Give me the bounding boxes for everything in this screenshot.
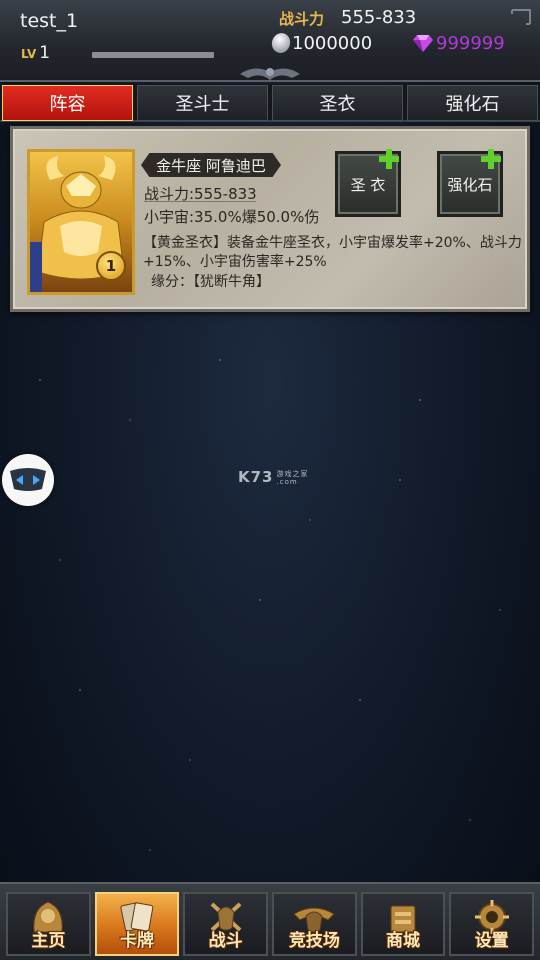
watermark-sub: 游戏之家 <box>276 469 309 478</box>
nav-arena[interactable]: 竞技场 <box>272 892 357 956</box>
equip-cloth-button[interactable]: 圣 衣 <box>335 149 401 217</box>
power-value: 555-833 <box>341 7 417 28</box>
hero-cosmos: 小宇宙:35.0%爆50.0%伤 <box>144 208 320 226</box>
nav-shop[interactable]: 商城 <box>360 892 446 956</box>
nav-settings[interactable]: 设置 <box>449 892 535 956</box>
header-ornament-icon <box>240 68 300 80</box>
exp-bar <box>92 52 214 58</box>
nav-home[interactable]: 主页 <box>6 892 91 956</box>
watermark: K73 游戏之家 .com <box>238 468 309 486</box>
hero-name: 金牛座 阿鲁迪巴 <box>141 153 281 177</box>
nav-home-label: 主页 <box>31 931 66 951</box>
level-value: 1 <box>39 43 51 63</box>
tab-bar: 阵容 圣斗士 圣衣 强化石 <box>0 84 540 122</box>
player-level: LV 1 <box>21 43 50 63</box>
equip-stone-label: 强化石 <box>447 175 493 194</box>
silver-value: 1000000 <box>292 33 373 54</box>
gem-value: 999999 <box>436 33 505 54</box>
plus-icon <box>481 149 501 169</box>
nav-settings-label: 设置 <box>474 931 509 951</box>
star-level-badge: 1 <box>96 251 126 281</box>
hero-card: 1 金牛座 阿鲁迪巴 战斗力:555-833 小宇宙:35.0%爆50.0%伤 … <box>10 126 530 312</box>
player-header: test_1 LV 1 战斗力 555-833 1000000 999999 <box>0 0 540 82</box>
fast-forward-icon <box>10 468 46 491</box>
power-label: 战斗力 <box>279 10 325 28</box>
nav-battle-label: 战斗 <box>208 931 243 951</box>
nav-arena-label: 竞技场 <box>288 931 340 951</box>
level-tag: LV <box>21 47 37 61</box>
nav-shop-label: 商城 <box>386 931 421 951</box>
username: test_1 <box>20 10 79 32</box>
stat-divider <box>144 201 256 202</box>
hero-portrait[interactable]: 1 <box>27 149 135 295</box>
silver-coin-icon <box>269 30 293 56</box>
nav-cards-label: 卡牌 <box>120 931 154 951</box>
corner-ornament-icon <box>511 9 531 25</box>
tab-enhance-stone[interactable]: 强化石 <box>407 85 538 121</box>
watermark-domain: .com <box>276 477 298 486</box>
equip-stone-button[interactable]: 强化石 <box>437 149 503 217</box>
nav-battle[interactable]: 战斗 <box>183 892 269 956</box>
hero-bond: 缘分：【犹断牛角】 <box>151 274 270 290</box>
tab-cloth[interactable]: 圣衣 <box>272 85 403 121</box>
plus-icon <box>379 149 399 169</box>
hero-description: 【黄金圣衣】装备金牛座圣衣，小宇宙爆发率+20%、战斗力+15%、小宇宙伤害率+… <box>143 235 522 270</box>
equip-cloth-label: 圣 衣 <box>350 175 386 194</box>
tab-lineup[interactable]: 阵容 <box>2 85 133 121</box>
bottom-navigation: 主页 卡牌 战斗 竞技场 商城 设置 <box>0 882 540 960</box>
diamond-icon <box>413 35 433 52</box>
watermark-main: K73 <box>238 468 274 486</box>
floating-assist-button[interactable] <box>2 454 54 506</box>
tab-saints[interactable]: 圣斗士 <box>137 85 268 121</box>
nav-cards[interactable]: 卡牌 <box>94 892 180 956</box>
